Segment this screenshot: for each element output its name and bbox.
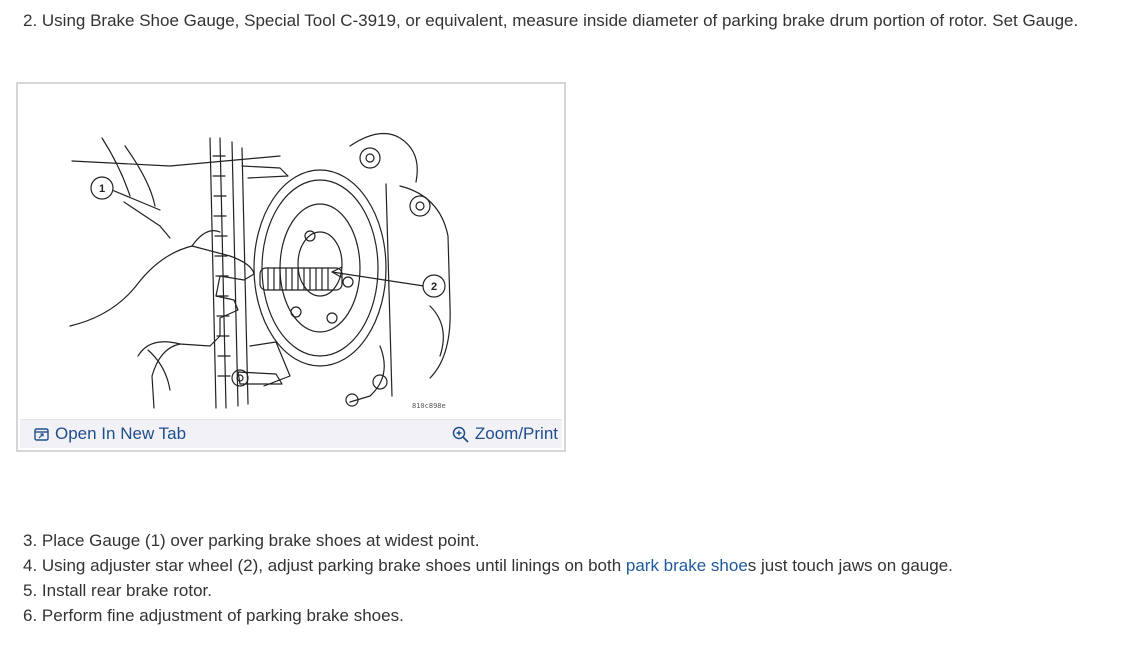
callout-2-label: 2 <box>431 281 437 293</box>
image-code: 810c898e <box>412 402 446 410</box>
step-5-text: 5. Install rear brake rotor. <box>23 581 212 600</box>
step-4-text: 4. Using adjuster star wheel (2), adjust… <box>23 553 953 578</box>
zoom-print-label: Zoom/Print <box>474 424 558 443</box>
step-6-text: 6. Perform fine adjustment of parking br… <box>23 606 404 625</box>
zoom-print-button[interactable]: Zoom/Print <box>452 424 558 444</box>
zoom-in-icon <box>452 426 469 443</box>
figure-toolbar: Open In New Tab Zoom/Print <box>20 419 562 448</box>
step-4-text-before: 4. Using adjuster star wheel (2), adjust… <box>23 556 626 575</box>
brake-diagram: 1 2 810c898e <box>69 132 451 410</box>
open-new-tab-button[interactable]: Open In New Tab <box>34 424 186 444</box>
park-brake-shoe-link[interactable]: park brake shoe <box>626 556 748 575</box>
brake-gauge-illustration[interactable]: 1 2 810c898e <box>20 86 564 420</box>
callout-1-label: 1 <box>99 183 105 195</box>
open-new-tab-icon <box>34 427 49 441</box>
open-new-tab-label: Open In New Tab <box>55 424 187 443</box>
step-4-text-after: s just touch jaws on gauge. <box>747 556 953 575</box>
step-3-text: 3. Place Gauge (1) over parking brake sh… <box>23 531 480 550</box>
steps-list: 3. Place Gauge (1) over parking brake sh… <box>23 528 953 628</box>
step-2-text: 2. Using Brake Shoe Gauge, Special Tool … <box>23 11 1079 30</box>
figure-panel: 1 2 810c898e Open In New Tab Zoom/Print <box>16 82 566 452</box>
